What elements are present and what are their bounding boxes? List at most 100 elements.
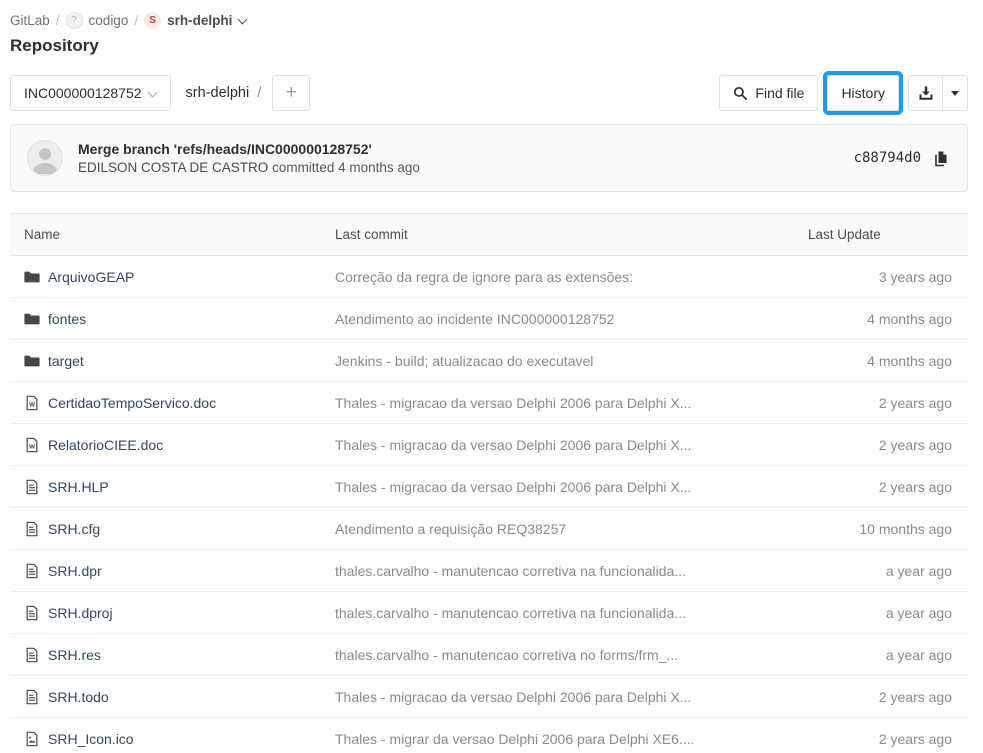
last-update-text: a year ago: [808, 592, 968, 634]
file-row[interactable]: SRH.dpr thales.carvalho - manutencao cor…: [10, 550, 968, 592]
commit-message-link[interactable]: thales.carvalho - manutencao corretiva n…: [335, 647, 678, 663]
folder-icon: [24, 311, 40, 327]
commit-info: Merge branch 'refs/heads/INC000000128752…: [78, 141, 854, 175]
breadcrumb-link-srh-delphi[interactable]: srh-delphi: [167, 13, 232, 28]
page-title: Repository: [10, 36, 968, 56]
file-row[interactable]: w RelatorioCIEE.doc Thales - migracao da …: [10, 424, 968, 466]
project-avatar-icon: S: [144, 12, 161, 29]
text-file-icon: [24, 479, 40, 495]
last-update-text: 2 years ago: [808, 718, 968, 753]
commit-message-link[interactable]: Atendimento ao incidente INC000000128752: [335, 311, 614, 327]
breadcrumb-link-codigo[interactable]: codigo: [89, 13, 129, 28]
word-doc-icon: w: [24, 395, 40, 411]
download-button[interactable]: [909, 76, 943, 110]
repo-path-separator: /: [257, 85, 261, 101]
last-update-text: a year ago: [808, 550, 968, 592]
commit-message-link[interactable]: thales.carvalho - manutencao corretiva n…: [335, 563, 686, 579]
file-row[interactable]: ArquivoGEAP Correção da regra de ignore …: [10, 256, 968, 298]
text-file-icon: [24, 521, 40, 537]
image-file-icon: [24, 731, 40, 747]
file-row[interactable]: SRH.res thales.carvalho - manutencao cor…: [10, 634, 968, 676]
last-update-text: 4 months ago: [808, 340, 968, 382]
commit-message-link[interactable]: Thales - migracao da versao Delphi 2006 …: [335, 395, 691, 411]
file-name-link[interactable]: RelatorioCIEE.doc: [48, 437, 163, 453]
commit-sha-area: c88794d0: [854, 148, 951, 169]
file-row[interactable]: SRH.dproj thales.carvalho - manutencao c…: [10, 592, 968, 634]
file-table-header-row: Name Last commit Last Update: [10, 214, 968, 256]
commit-message-link[interactable]: thales.carvalho - manutencao corretiva n…: [335, 605, 686, 621]
commit-message-link[interactable]: Correção da regra de ignore para as exte…: [335, 269, 633, 285]
file-row[interactable]: SRH.cfg Atendimento a requisição REQ3825…: [10, 508, 968, 550]
commit-title-link[interactable]: Merge branch 'refs/heads/INC000000128752…: [78, 141, 854, 157]
last-update-text: 4 months ago: [808, 298, 968, 340]
folder-icon: [24, 353, 40, 369]
breadcrumb-link-gitlab[interactable]: GitLab: [10, 13, 50, 28]
last-commit-panel: Merge branch 'refs/heads/INC000000128752…: [10, 124, 968, 192]
file-table-body: ArquivoGEAP Correção da regra de ignore …: [10, 256, 968, 753]
svg-text:w: w: [28, 441, 35, 450]
last-update-text: 2 years ago: [808, 424, 968, 466]
file-row[interactable]: SRH.HLP Thales - migracao da versao Delp…: [10, 466, 968, 508]
column-header-last-commit: Last commit: [335, 214, 808, 256]
chevron-down-icon[interactable]: [238, 14, 247, 23]
breadcrumb: GitLab / ? codigo / S srh-delphi: [10, 12, 968, 29]
column-header-name: Name: [10, 214, 335, 256]
commit-message-link[interactable]: Thales - migracao da versao Delphi 2006 …: [335, 437, 691, 453]
file-row[interactable]: w CertidaoTempoServico.doc Thales - migra…: [10, 382, 968, 424]
last-update-text: 2 years ago: [808, 382, 968, 424]
add-file-button[interactable]: +: [272, 75, 310, 111]
repo-toolbar: INC000000128752 srh-delphi / + Find file…: [10, 75, 968, 111]
branch-selector[interactable]: INC000000128752: [10, 75, 171, 111]
text-file-icon: [24, 647, 40, 663]
repo-path: srh-delphi /: [186, 85, 262, 101]
commit-message-link[interactable]: Thales - migrar da versao Delphi 2006 pa…: [335, 731, 695, 747]
file-name-link[interactable]: SRH_Icon.ico: [48, 731, 134, 747]
download-split-button: [908, 75, 968, 111]
commit-meta: EDILSON COSTA DE CASTRO committed 4 mont…: [78, 160, 854, 175]
word-doc-icon: w: [24, 437, 40, 453]
text-file-icon: [24, 563, 40, 579]
file-name-link[interactable]: SRH.dproj: [48, 605, 113, 621]
search-icon: [733, 86, 748, 101]
text-file-icon: [24, 689, 40, 705]
history-button[interactable]: History: [827, 75, 899, 111]
file-row[interactable]: target Jenkins - build; atualizacao do e…: [10, 340, 968, 382]
avatar: [27, 140, 63, 176]
commit-message-link[interactable]: Thales - migracao da versao Delphi 2006 …: [335, 479, 691, 495]
file-name-link[interactable]: CertidaoTempoServico.doc: [48, 395, 216, 411]
toolbar-right: Find file History: [719, 75, 968, 111]
commit-action-text: committed 4 months ago: [272, 160, 420, 175]
file-name-link[interactable]: ArquivoGEAP: [48, 269, 134, 285]
file-table: Name Last commit Last Update ArquivoGEAP…: [10, 213, 968, 753]
copy-commit-sha-button[interactable]: [931, 148, 951, 169]
file-name-link[interactable]: SRH.HLP: [48, 479, 109, 495]
branch-selector-value: INC000000128752: [24, 85, 142, 101]
repository-page: GitLab / ? codigo / S srh-delphi Reposit…: [0, 0, 983, 753]
commit-message-link[interactable]: Thales - migracao da versao Delphi 2006 …: [335, 689, 691, 705]
download-icon: [918, 85, 934, 101]
file-name-link[interactable]: target: [48, 353, 84, 369]
file-name-link[interactable]: SRH.todo: [48, 689, 109, 705]
repo-path-name: srh-delphi: [186, 85, 250, 101]
file-row[interactable]: SRH_Icon.ico Thales - migrar da versao D…: [10, 718, 968, 753]
file-row[interactable]: fontes Atendimento ao incidente INC00000…: [10, 298, 968, 340]
last-update-text: 3 years ago: [808, 256, 968, 298]
file-name-link[interactable]: SRH.dpr: [48, 563, 102, 579]
last-update-text: 2 years ago: [808, 466, 968, 508]
find-file-label: Find file: [755, 85, 804, 101]
copy-icon: [933, 150, 949, 167]
svg-text:w: w: [28, 399, 35, 408]
last-update-text: 10 months ago: [808, 508, 968, 550]
last-update-text: 2 years ago: [808, 676, 968, 718]
commit-message-link[interactable]: Atendimento a requisição REQ38257: [335, 521, 566, 537]
chevron-down-icon: [149, 89, 157, 97]
folder-icon: [24, 269, 40, 285]
find-file-button[interactable]: Find file: [719, 75, 818, 111]
file-row[interactable]: SRH.todo Thales - migracao da versao Del…: [10, 676, 968, 718]
file-name-link[interactable]: fontes: [48, 311, 86, 327]
commit-author-link[interactable]: EDILSON COSTA DE CASTRO: [78, 160, 268, 175]
download-options-button[interactable]: [943, 76, 967, 110]
file-name-link[interactable]: SRH.res: [48, 647, 101, 663]
file-name-link[interactable]: SRH.cfg: [48, 521, 100, 537]
commit-message-link[interactable]: Jenkins - build; atualizacao do executav…: [335, 353, 593, 369]
